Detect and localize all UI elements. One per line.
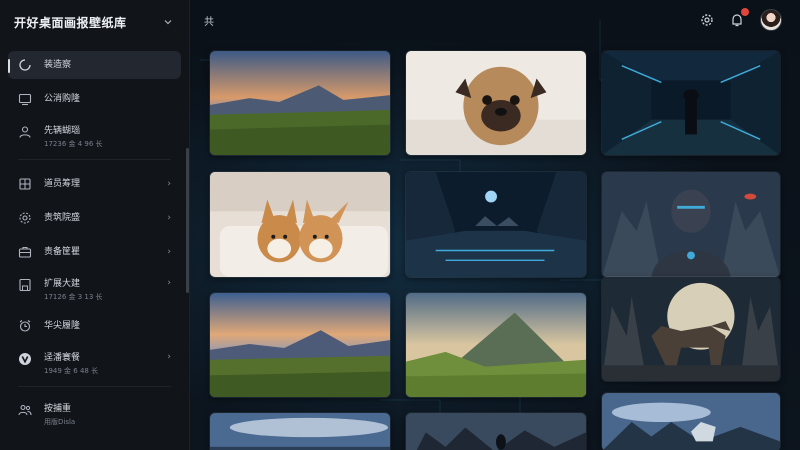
topbar: 共: [190, 0, 800, 40]
chevron-right-icon: ›: [167, 213, 171, 223]
wallpaper-tile-corgi-puppies[interactable]: [209, 171, 391, 278]
wallpaper-tile-scifi-hangar-planet[interactable]: [405, 171, 587, 278]
sidebar-item-label: 道员筹理: [44, 179, 81, 189]
wallpaper-tile-mountain-sunset-2[interactable]: [209, 292, 391, 398]
notification-icon[interactable]: [730, 8, 749, 27]
divider: [18, 159, 171, 160]
wallpaper-tile-sky-lake[interactable]: [209, 412, 391, 450]
save-icon: [18, 278, 32, 292]
top-actions: [700, 8, 782, 31]
wallpaper-tile-dog-moon[interactable]: [601, 276, 781, 382]
settings-icon: [18, 211, 32, 225]
wallpaper-grid: [190, 40, 800, 450]
wallpaper-tile-pug-dog[interactable]: [405, 50, 587, 156]
chevron-right-icon: ›: [167, 278, 171, 288]
sidebar-item-sub: 用版Disla: [44, 418, 76, 426]
monitor-icon: [18, 92, 32, 106]
sidebar-item-label: 迳潘寰餐: [44, 353, 81, 363]
sidebar-item-label: 公消购隆: [44, 94, 81, 104]
wallpaper-tile-mountain-sunset[interactable]: [209, 50, 391, 156]
sidebar-nav: 装造察 公消购隆 先辆蝴瑙 17236 金 4 96 长 道员筹理 › 责筑院盛…: [0, 44, 189, 431]
sidebar-item-0[interactable]: 装造察: [8, 51, 181, 79]
sidebar-scrollbar[interactable]: [186, 148, 189, 293]
app-header: 开好桌面画报壁纸库: [0, 0, 189, 44]
avatar[interactable]: [760, 9, 782, 31]
sidebar-item-9[interactable]: 按捕重 用版Disla: [8, 397, 181, 431]
sidebar-item-label: 按捕重: [44, 404, 72, 414]
sidebar-item-8[interactable]: 迳潘寰餐 1949 金 6 48 长 ›: [8, 346, 181, 380]
sidebar-item-5[interactable]: 责备筐瞿 ›: [8, 238, 181, 266]
sidebar-item-1[interactable]: 公消购隆: [8, 85, 181, 113]
wallpaper-tile-robot-portrait[interactable]: [601, 171, 781, 278]
settings-icon[interactable]: [700, 13, 714, 27]
chevron-down-icon[interactable]: [163, 17, 173, 27]
chevron-right-icon: ›: [167, 352, 171, 362]
wallpaper-tile-cloud-dog[interactable]: [601, 392, 781, 450]
sidebar-item-label: 责备筐瞿: [44, 247, 81, 257]
sidebar-item-label: 装造察: [44, 60, 72, 70]
app-title: 开好桌面画报壁纸库: [14, 15, 127, 30]
notification-badge: [741, 8, 749, 16]
sidebar-item-label: 扩展大建: [44, 279, 81, 289]
users-icon: [18, 403, 32, 417]
alarm-icon: [18, 319, 32, 333]
grid-icon: [18, 177, 32, 191]
sidebar-item-6[interactable]: 扩展大建 17126 金 3 13 长 ›: [8, 272, 181, 306]
sidebar-item-7[interactable]: 华尖履隆: [8, 312, 181, 340]
wallpaper-tile-green-mountain[interactable]: [405, 292, 587, 398]
chevron-right-icon: ›: [167, 179, 171, 189]
breadcrumb: 共: [204, 16, 214, 28]
sidebar-item-sub: 1949 金 6 48 长: [44, 367, 99, 375]
briefcase-icon: [18, 245, 32, 259]
sidebar-item-label: 先辆蝴瑙: [44, 126, 81, 136]
sidebar-item-2[interactable]: 先辆蝴瑙 17236 金 4 96 长: [8, 119, 181, 153]
divider: [18, 386, 171, 387]
v-logo-icon: [18, 352, 32, 366]
sidebar-item-3[interactable]: 道员筹理 ›: [8, 170, 181, 198]
sidebar-item-sub: 17236 金 4 96 长: [44, 140, 103, 148]
sidebar-item-label: 华尖履隆: [44, 321, 81, 331]
sidebar: 开好桌面画报壁纸库 装造察 公消购隆 先辆蝴瑙 17236 金 4 96 长 道…: [0, 0, 190, 450]
user-icon: [18, 125, 32, 139]
wallpaper-tile-scifi-corridor-figure[interactable]: [601, 50, 781, 156]
sidebar-item-4[interactable]: 责筑院盛 ›: [8, 204, 181, 232]
sidebar-item-label: 责筑院盛: [44, 213, 81, 223]
sidebar-item-sub: 17126 金 3 13 长: [44, 293, 103, 301]
chevron-right-icon: ›: [167, 247, 171, 257]
home-icon: [18, 58, 32, 72]
wallpaper-tile-dark-rocks-figure[interactable]: [405, 412, 587, 450]
